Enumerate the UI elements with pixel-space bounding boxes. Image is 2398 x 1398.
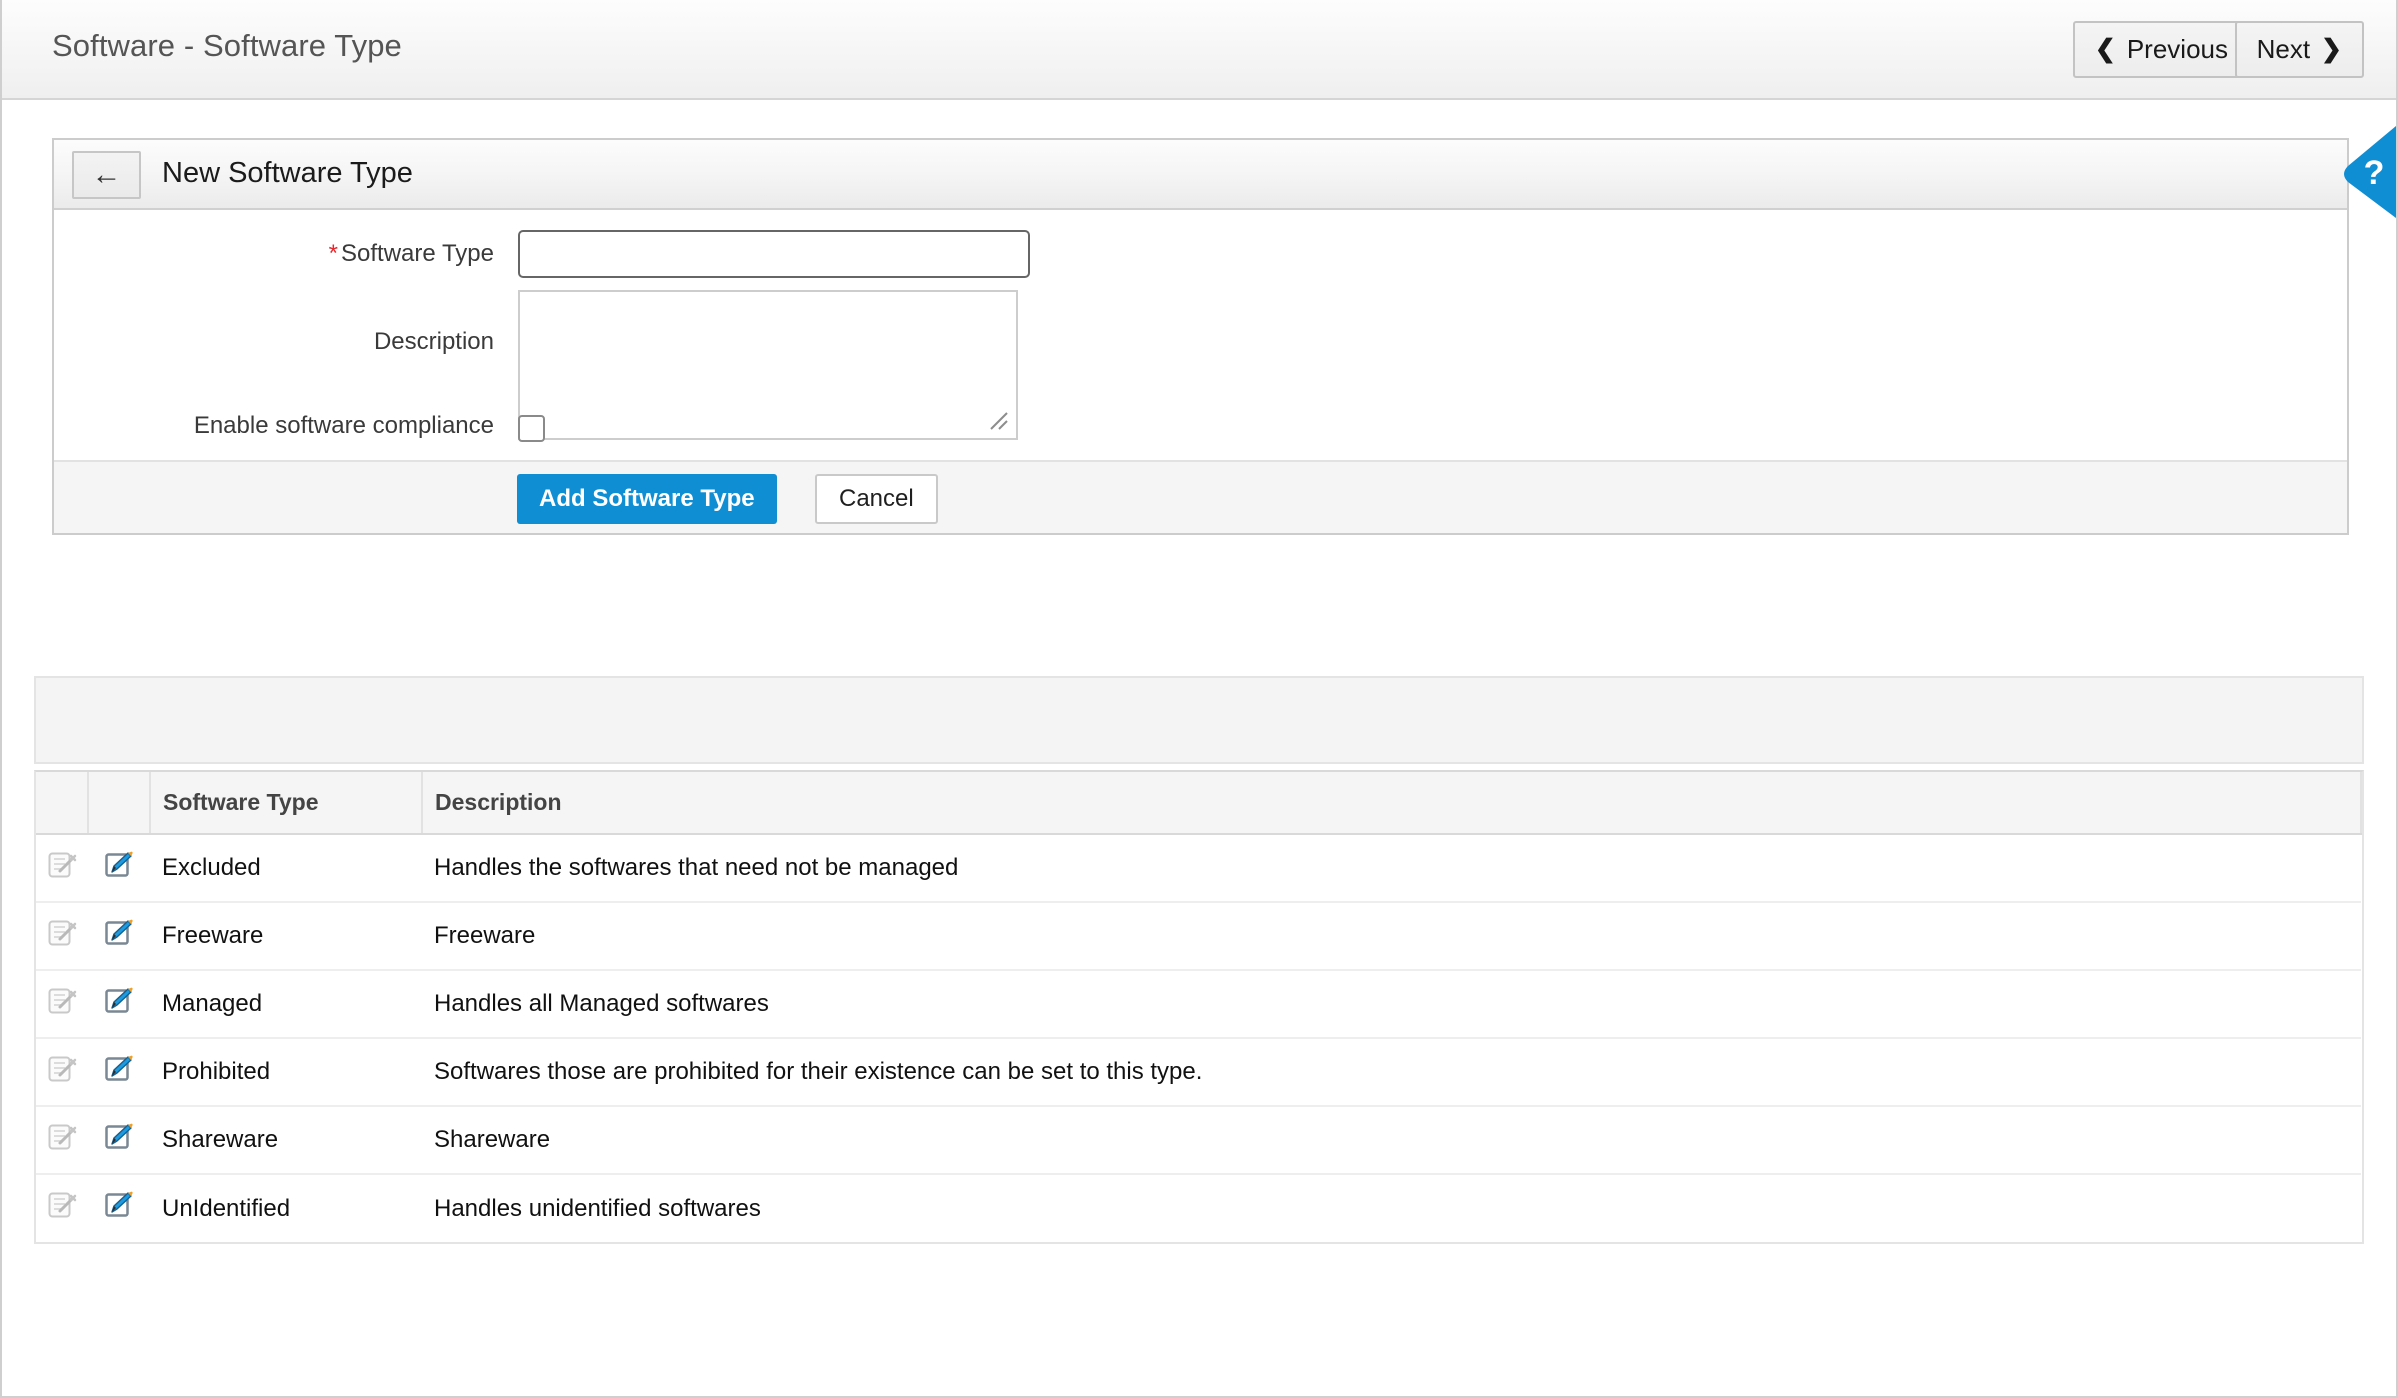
description-label: Description (373, 328, 494, 355)
required-asterisk: * (328, 240, 339, 267)
row-description: Softwares those are prohibited for their… (422, 1038, 2361, 1107)
chevron-right-icon: ❯ (2321, 35, 2342, 63)
list-toolbar (34, 676, 2364, 764)
form-panel-header: ← New Software Type (54, 140, 2347, 210)
page-bottom-spacer (2, 1268, 2396, 1396)
svg-text:?: ? (2364, 154, 2385, 192)
previous-button[interactable]: ❮ Previous (2072, 21, 2250, 78)
edit-pencil-icon[interactable] (104, 850, 134, 880)
row-config-cell (36, 1174, 88, 1242)
row-config-cell (36, 902, 88, 971)
table-header-description: Description (422, 772, 2362, 835)
chevron-left-icon: ❮ (2094, 35, 2116, 63)
row-software-type: UnIdentified (162, 1194, 291, 1222)
table-row: UnIdentified Handles unidentified softwar… (36, 1174, 2361, 1242)
enable-compliance-label: Enable software compliance (193, 412, 494, 439)
edit-pencil-icon[interactable] (104, 1122, 134, 1152)
software-type-input[interactable] (518, 230, 1030, 278)
table-row: Shareware Shareware (36, 1106, 2361, 1175)
back-button[interactable]: ← (72, 151, 141, 199)
row-software-type: Excluded (150, 834, 422, 903)
table-row: Excluded Handles the softwares that need … (36, 834, 2361, 903)
row-edit-cell[interactable] (88, 970, 150, 1039)
form-title: New Software Type (162, 157, 413, 189)
config-disabled-icon (47, 1122, 77, 1152)
enable-compliance-checkbox[interactable] (518, 415, 545, 442)
config-disabled-icon (47, 986, 77, 1016)
row-description: Freeware (422, 902, 2361, 971)
row-edit-cell[interactable] (88, 1174, 150, 1242)
row-software-type: Prohibited (150, 1038, 422, 1107)
form-panel-body: * Software Type Description Enable softwa… (54, 210, 2347, 460)
edit-pencil-icon[interactable] (104, 1054, 134, 1084)
table-header-software-type: Software Type (150, 772, 423, 835)
form-panel-footer: Add Software Type Cancel (54, 460, 2347, 533)
row-description: Handles all Managed softwares (422, 970, 2361, 1039)
next-button[interactable]: Next ❯ (2234, 21, 2364, 78)
config-disabled-icon (47, 918, 77, 948)
edit-pencil-icon[interactable] (104, 1190, 134, 1220)
row-config-cell (36, 1038, 88, 1107)
page-root: Software - Software Type ❮ Previous Next… (0, 0, 2398, 1398)
next-button-label: Next (2256, 34, 2311, 64)
row-config-cell (36, 834, 88, 903)
edit-pencil-icon[interactable] (104, 986, 134, 1016)
software-type-label: * Software Type (54, 240, 494, 268)
row-software-type: Managed (150, 970, 422, 1039)
previous-button-label: Previous (2126, 34, 2228, 64)
row-software-type: Shareware (150, 1106, 422, 1175)
software-type-table: Software Type Description Excluded Handle… (34, 770, 2364, 1244)
row-software-type: Freeware (150, 902, 422, 971)
row-edit-cell[interactable] (88, 902, 150, 971)
table-header-action-1 (36, 772, 89, 835)
add-software-type-button[interactable]: Add Software Type (517, 474, 777, 524)
new-software-type-panel: ← New Software Type * Software Type Descr… (52, 138, 2349, 535)
table-header-action-2 (88, 772, 151, 835)
row-edit-cell[interactable] (88, 1106, 150, 1175)
edit-pencil-icon[interactable] (104, 918, 134, 948)
row-description: Shareware (422, 1106, 2361, 1175)
row-edit-cell[interactable] (88, 834, 150, 903)
description-textarea[interactable] (518, 290, 1018, 440)
software-type-label-text: Software Type (341, 240, 494, 267)
row-description: Handles unidentified softwares (434, 1194, 761, 1222)
arrow-left-icon: ← (91, 158, 122, 191)
table-row: Managed Handles all Managed softwares (36, 970, 2361, 1039)
table-row: Prohibited Softwares those are prohibited… (36, 1038, 2361, 1107)
page-title: Software - Software Type (52, 28, 402, 63)
config-disabled-icon (47, 1054, 77, 1084)
row-description: Handles the softwares that need not be m… (422, 834, 2361, 903)
row-config-cell (36, 1106, 88, 1175)
config-disabled-icon (47, 850, 77, 880)
table-row: Freeware Freeware (36, 902, 2361, 971)
help-tab-button[interactable]: ? (2340, 126, 2396, 218)
table-body: Excluded Handles the softwares that need … (36, 834, 2361, 1242)
help-question-icon: ? (2344, 126, 2396, 218)
row-edit-cell[interactable] (88, 1038, 150, 1107)
config-disabled-icon (47, 1190, 77, 1220)
table-header-row: Software Type Description (36, 772, 2362, 835)
row-config-cell (36, 970, 88, 1039)
cancel-button[interactable]: Cancel (815, 474, 938, 524)
top-header-bar: Software - Software Type ❮ Previous Next… (2, 0, 2396, 100)
